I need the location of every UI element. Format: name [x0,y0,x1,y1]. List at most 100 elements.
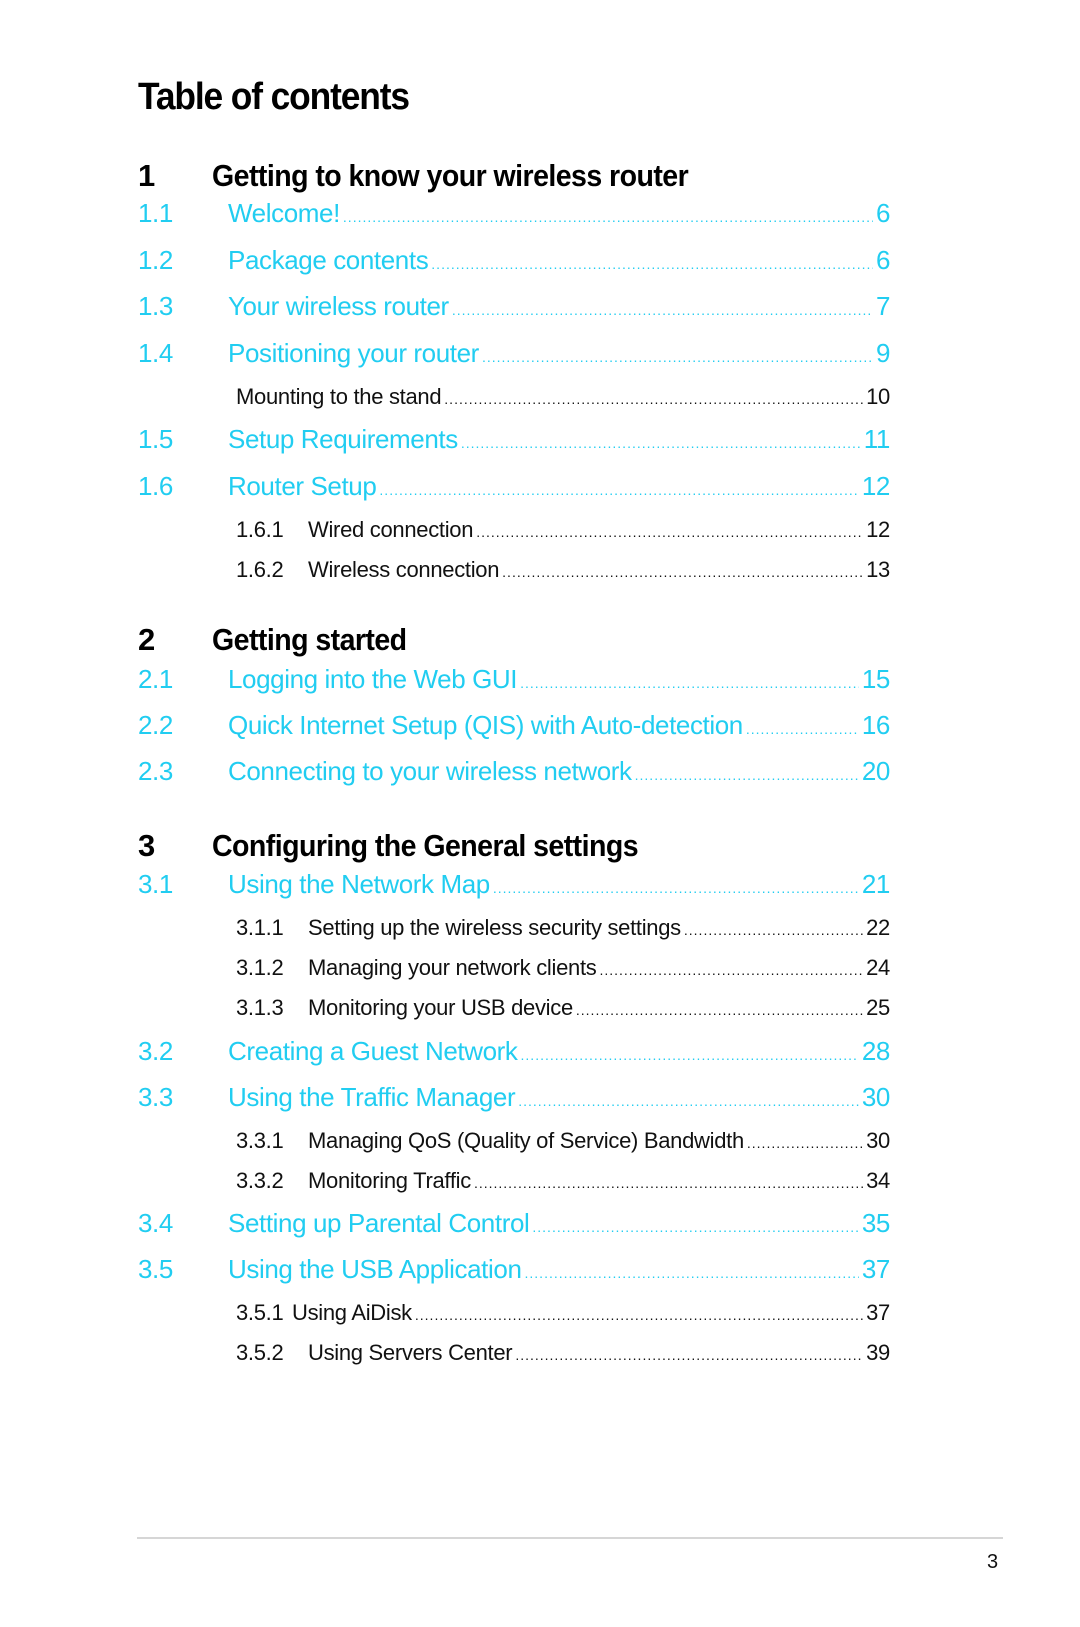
toc-section-entry[interactable]: 1.1 Welcome! 6 [138,198,890,234]
toc-section-entry[interactable]: 3.1 Using the Network Map 21 [138,869,890,905]
entry-label[interactable]: Quick Internet Setup (QIS) with Auto-det… [228,710,743,741]
toc-section-entry[interactable]: 1.3 Your wireless router 7 [138,291,890,327]
dot-leader [518,1093,859,1109]
dot-leader [474,1175,863,1191]
toc-subsection-entry[interactable]: Mounting to the stand 10 [138,384,890,420]
toc-subsection-entry[interactable]: 3.3.2 Monitoring Traffic 34 [138,1168,890,1204]
dot-leader [747,1135,863,1151]
toc-section-entry[interactable]: 3.4 Setting up Parental Control 35 [138,1208,890,1244]
entry-page-number[interactable]: 20 [862,756,891,787]
toc-section-entry[interactable]: 3.2 Creating a Guest Network 28 [138,1036,890,1072]
toc-section-entry[interactable]: 1.5 Setup Requirements 11 [138,424,890,460]
entry-label[interactable]: Setting up Parental Control [228,1208,530,1239]
entry-number: 1.2 [138,245,173,275]
entry-page-number[interactable]: 12 [866,517,890,543]
entry-label[interactable]: Mounting to the stand [236,384,442,410]
entry-page-number[interactable]: 11 [864,424,891,455]
entry-label[interactable]: Package contents [228,245,429,276]
toc-section-entry[interactable]: 3.3 Using the Traffic Manager 30 [138,1082,890,1118]
entry-number: 2.3 [138,756,173,786]
dot-leader [521,1047,859,1063]
entry-label[interactable]: Connecting to your wireless network [228,756,632,787]
entry-label[interactable]: Creating a Guest Network [228,1036,518,1067]
chapter-title: Getting to know your wireless router [212,158,689,193]
entry-number: 2.1 [138,664,173,694]
entry-label[interactable]: Welcome! [228,198,340,229]
toc-section-entry[interactable]: 1.4 Positioning your router 9 [138,338,890,374]
toc-subsection-entry[interactable]: 3.1.3 Monitoring your USB device 25 [138,995,890,1031]
toc-section-entry[interactable]: 2.2 Quick Internet Setup (QIS) with Auto-… [138,710,890,746]
entry-number: 3.5.2 [236,1340,284,1365]
dot-leader [635,767,859,783]
entry-label[interactable]: Wired connection [308,517,473,543]
entry-label[interactable]: Wireless connection [308,557,499,583]
entry-page-number[interactable]: 37 [866,1300,890,1326]
entry-number: 2.2 [138,710,173,740]
toc-subsection-entry[interactable]: 3.1.1 Setting up the wireless security se… [138,915,890,951]
entry-label[interactable]: Monitoring Traffic [308,1168,471,1194]
dot-leader [520,675,859,691]
entry-page-number[interactable]: 28 [862,1036,891,1067]
entry-page-number[interactable]: 35 [862,1208,891,1239]
entry-label[interactable]: Logging into the Web GUI [228,664,518,695]
entry-number: 1.5 [138,424,173,454]
entry-number: 3.3.2 [236,1168,284,1193]
entry-label[interactable]: Positioning your router [228,338,479,369]
entry-label[interactable]: Using the USB Application [228,1254,522,1285]
entry-page-number[interactable]: 6 [876,198,890,229]
entry-number: 3.1.3 [236,995,284,1020]
entry-page-number[interactable]: 39 [866,1340,890,1366]
entry-page-number[interactable]: 16 [862,710,891,741]
toc-section-entry[interactable]: 1.2 Package contents 6 [138,245,890,281]
entry-label[interactable]: Managing QoS (Quality of Service) Bandwi… [308,1128,744,1154]
dot-leader [461,435,861,451]
entry-page-number[interactable]: 22 [866,915,890,941]
chapter-title: Getting started [212,622,407,657]
toc-subsection-entry[interactable]: 3.1.2 Managing your network clients 24 [138,955,890,991]
entry-label[interactable]: Using the Traffic Manager [228,1082,516,1113]
entry-page-number[interactable]: 13 [866,557,890,583]
entry-page-number[interactable]: 9 [876,338,890,369]
toc-subsection-entry[interactable]: 1.6.2 Wireless connection 13 [138,557,890,593]
entry-label[interactable]: Your wireless router [228,291,449,322]
toc-section-entry[interactable]: 2.3 Connecting to your wireless network 20 [138,756,890,792]
entry-page-number[interactable]: 6 [876,245,890,276]
entry-page-number[interactable]: 30 [866,1128,890,1154]
chapter-number: 3 [138,828,155,863]
entry-page-number[interactable]: 7 [876,291,890,322]
toc-subsection-entry[interactable]: 3.3.1 Managing QoS (Quality of Service) B… [138,1128,890,1164]
entry-label[interactable]: Monitoring your USB device [308,995,573,1021]
entry-page-number[interactable]: 15 [862,664,891,695]
entry-number: 1.6.1 [236,517,284,542]
entry-label[interactable]: Using Servers Center [308,1340,513,1366]
entry-page-number[interactable]: 24 [866,955,890,981]
entry-page-number[interactable]: 21 [862,869,891,900]
dot-leader [379,482,858,498]
dot-leader [444,391,863,407]
entry-number: 3.5 [138,1254,173,1284]
entry-number: 3.3.1 [236,1128,284,1153]
entry-page-number[interactable]: 10 [866,384,890,410]
page-number: 3 [987,1551,999,1573]
entry-page-number[interactable]: 30 [862,1082,891,1113]
entry-label[interactable]: Managing your network clients [308,955,597,981]
toc-section-entry[interactable]: 2.1 Logging into the Web GUI 15 [138,664,890,700]
toc-section-entry[interactable]: 1.6 Router Setup 12 [138,471,890,507]
entry-page-number[interactable]: 12 [862,471,891,502]
entry-label[interactable]: Router Setup [228,471,377,502]
dot-leader [452,302,873,318]
toc-section-entry[interactable]: 3.5 Using the USB Application 37 [138,1254,890,1290]
entry-page-number[interactable]: 34 [866,1168,890,1194]
dot-leader [431,256,873,272]
entry-number: 1.3 [138,291,173,321]
toc-subsection-entry[interactable]: 1.6.1 Wired connection 12 [138,517,890,553]
entry-number: 3.5.1 [236,1300,284,1325]
entry-label[interactable]: Setup Requirements [228,424,458,455]
toc-subsection-entry[interactable]: 3.5.2 Using Servers Center 39 [138,1340,890,1376]
entry-label[interactable]: Setting up the wireless security setting… [308,915,681,941]
entry-label[interactable]: Using the Network Map [228,869,490,900]
entry-page-number[interactable]: 37 [862,1254,891,1285]
entry-label[interactable]: Using AiDisk [292,1300,412,1326]
entry-page-number[interactable]: 25 [866,995,890,1021]
toc-subsection-entry[interactable]: 3.5.1 Using AiDisk 37 [138,1300,890,1336]
